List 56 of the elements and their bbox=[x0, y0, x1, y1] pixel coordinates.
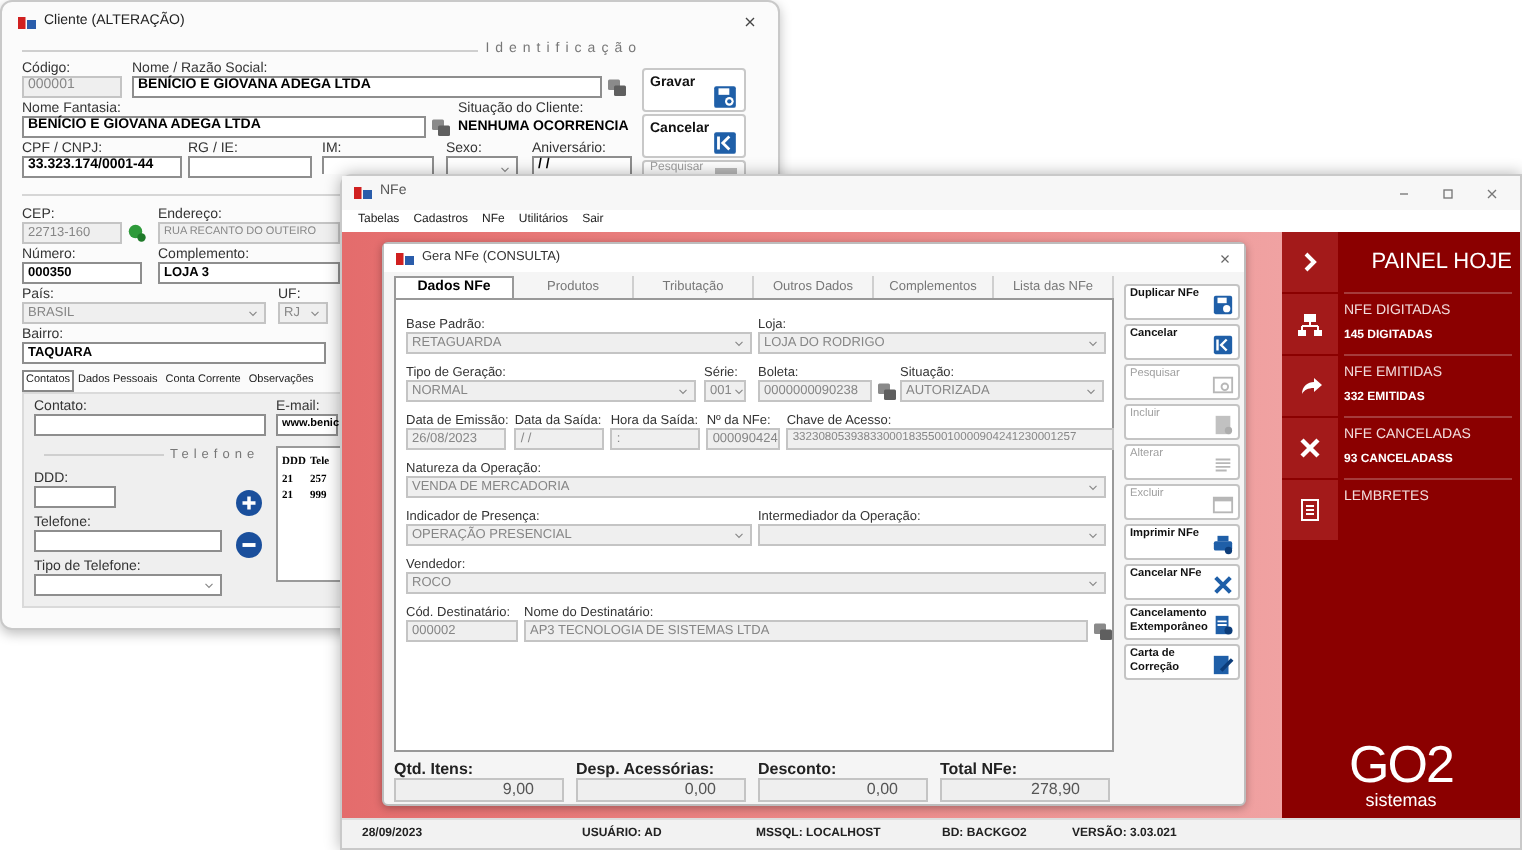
chevron-down-icon bbox=[1086, 528, 1100, 542]
total-label: Total NFe: bbox=[940, 760, 1020, 778]
chevron-down-icon bbox=[1086, 576, 1100, 590]
chevron-down-icon bbox=[308, 306, 322, 320]
list-icon bbox=[1212, 454, 1234, 476]
chevron-down-icon bbox=[202, 578, 216, 592]
input-field[interactable] bbox=[34, 486, 116, 508]
dropdown[interactable] bbox=[34, 574, 222, 596]
chevron-down-icon bbox=[732, 336, 746, 350]
total-label: Desconto: bbox=[758, 760, 839, 778]
total-label: Desp. Acessórias: bbox=[576, 760, 717, 778]
pencil-icon bbox=[1212, 654, 1234, 676]
logo-text: GO2 bbox=[1349, 738, 1453, 790]
input-field[interactable] bbox=[188, 156, 312, 178]
lookup-icon bbox=[128, 224, 146, 242]
lookup-icon bbox=[878, 382, 896, 400]
input-field[interactable] bbox=[34, 530, 222, 552]
close-icon[interactable] bbox=[742, 14, 758, 30]
arrow-icon[interactable] bbox=[1298, 374, 1322, 398]
input-field[interactable] bbox=[322, 156, 434, 174]
document-icon bbox=[1212, 414, 1234, 436]
app-logo-icon bbox=[18, 13, 36, 31]
chevron-down-icon bbox=[1086, 336, 1100, 350]
document-icon bbox=[1212, 614, 1234, 636]
app-logo-icon bbox=[396, 249, 414, 267]
chevron-down-icon bbox=[676, 384, 690, 398]
total-field: 9,00 bbox=[394, 778, 564, 802]
lookup-icon bbox=[432, 118, 450, 136]
input-field[interactable] bbox=[34, 414, 266, 436]
lookup-icon bbox=[1094, 622, 1112, 640]
chevron-down-icon bbox=[1086, 480, 1100, 494]
undo-icon bbox=[712, 130, 738, 156]
undo-icon bbox=[1212, 334, 1234, 356]
maximize-icon[interactable] bbox=[1440, 185, 1456, 201]
chevron-down-icon bbox=[731, 384, 746, 398]
chevron-down-icon bbox=[732, 528, 746, 542]
close-icon[interactable] bbox=[1484, 185, 1500, 201]
network-icon[interactable] bbox=[1298, 312, 1322, 336]
close-icon bbox=[1212, 574, 1234, 596]
app-logo-icon bbox=[354, 184, 372, 202]
minus-icon[interactable] bbox=[236, 532, 262, 558]
dropdown[interactable] bbox=[446, 156, 518, 174]
search-icon bbox=[1212, 374, 1234, 396]
panel-title: PAINEL HOJE bbox=[1371, 247, 1512, 278]
total-field: 0,00 bbox=[576, 778, 746, 802]
plus-icon[interactable] bbox=[236, 490, 262, 516]
logo-tagline: sistemas bbox=[1365, 790, 1437, 810]
lookup-icon bbox=[608, 78, 626, 96]
total-label: Qtd. Itens: bbox=[394, 760, 476, 778]
total-field: 0,00 bbox=[758, 778, 928, 802]
chevron-down-icon bbox=[246, 306, 260, 320]
chevron-down-icon bbox=[1084, 384, 1098, 398]
printer-icon bbox=[1212, 534, 1234, 556]
list-icon[interactable] bbox=[1298, 498, 1322, 522]
total-field: 278,90 bbox=[940, 778, 1110, 802]
close-icon[interactable] bbox=[1218, 251, 1232, 265]
